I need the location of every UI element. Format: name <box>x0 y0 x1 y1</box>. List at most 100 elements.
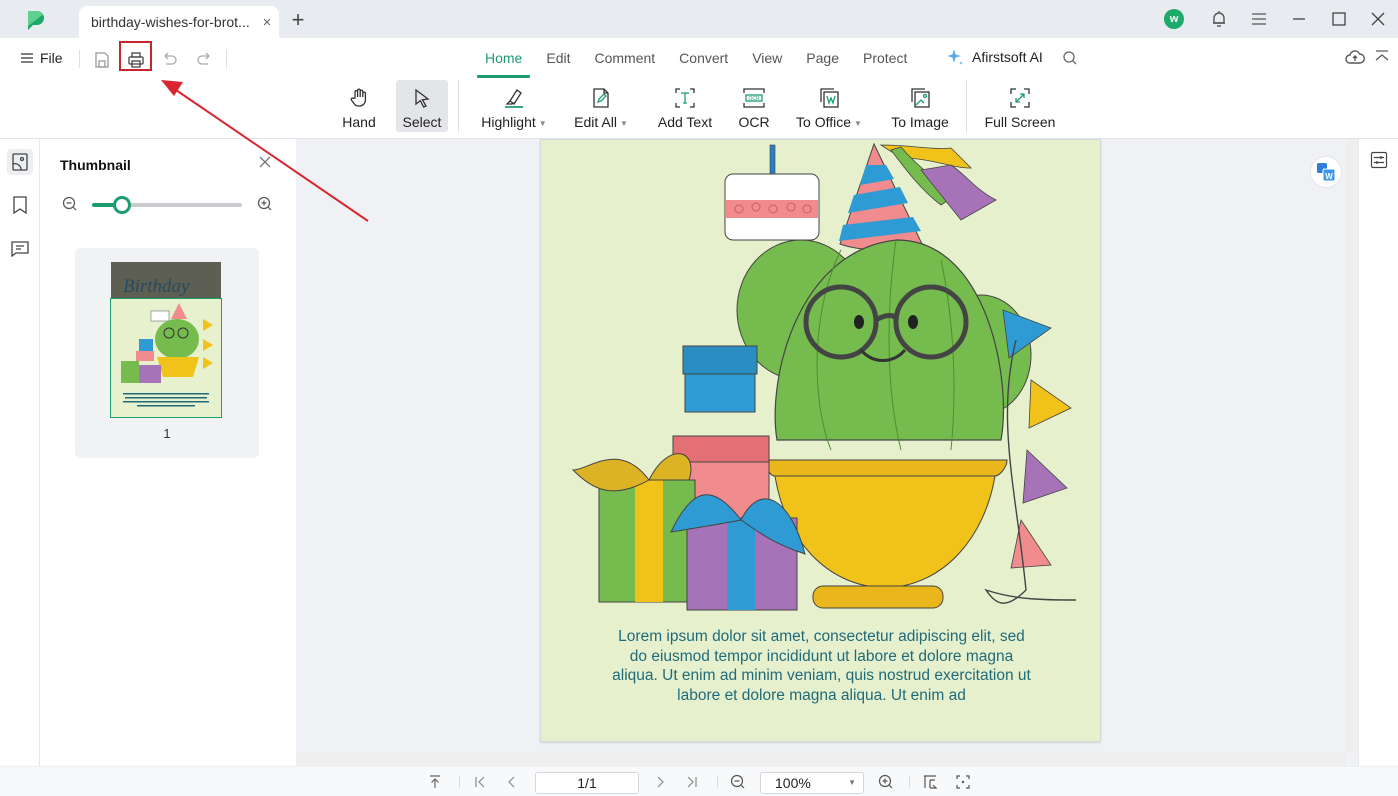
page-number-input[interactable]: 1/1 <box>535 772 639 794</box>
full-screen-icon <box>1010 88 1030 108</box>
divider <box>909 776 910 788</box>
print-button[interactable] <box>125 49 147 71</box>
zoom-out-icon[interactable] <box>62 196 78 212</box>
body-line: Lorem ipsum dolor sit amet, consectetur … <box>618 628 1025 645</box>
full-screen-button[interactable]: Full Screen <box>984 80 1056 132</box>
thumbnail-panel-button[interactable] <box>7 149 33 175</box>
divider <box>966 80 967 132</box>
sparkle-icon <box>947 49 963 65</box>
next-page-button[interactable] <box>651 773 669 791</box>
highlight-button[interactable]: Highlight ▼ <box>476 80 552 132</box>
tab-comment[interactable]: Comment <box>594 48 655 72</box>
cursor-icon <box>415 88 430 108</box>
zoom-in-icon[interactable] <box>257 196 273 212</box>
document-tab[interactable]: birthday-wishes-for-brot... × <box>79 6 279 38</box>
edit-all-label: Edit All ▼ <box>574 114 628 130</box>
dropdown-caret-icon: ▼ <box>538 118 547 128</box>
birthday-cactus-illustration <box>571 142 1077 611</box>
hand-label: Hand <box>342 114 376 130</box>
zoom-in-button[interactable] <box>877 773 895 791</box>
pdf-page[interactable]: Lorem ipsum dolor sit amet, consectetur … <box>540 139 1101 742</box>
document-viewer[interactable]: Lorem ipsum dolor sit amet, consectetur … <box>296 139 1358 766</box>
add-text-icon <box>675 88 695 108</box>
tab-title: birthday-wishes-for-brot... <box>91 14 250 30</box>
hand-tool-button[interactable]: Hand <box>338 80 380 132</box>
horizontal-scrollbar[interactable] <box>296 753 1346 766</box>
collapse-ribbon-icon[interactable] <box>1374 49 1390 65</box>
svg-text:W: W <box>1325 172 1333 181</box>
file-menu-button[interactable]: File <box>20 50 63 66</box>
thumbnail-zoom-slider[interactable] <box>92 196 242 214</box>
file-label: File <box>40 50 63 66</box>
add-text-label: Add Text <box>657 114 713 130</box>
edit-document-icon <box>593 88 609 108</box>
bookmark-panel-button[interactable] <box>7 192 33 218</box>
menu-tabs: Home Edit Comment Convert View Page Prot… <box>476 48 931 78</box>
zoom-level-select[interactable]: 100% ▼ <box>760 772 864 794</box>
close-window-icon[interactable] <box>1368 9 1388 29</box>
hamburger-icon <box>21 53 33 63</box>
minimize-icon[interactable] <box>1289 9 1309 29</box>
translate-button[interactable]: W <box>1310 156 1342 188</box>
svg-text:Birthday: Birthday <box>123 276 190 297</box>
page-thumbnail-image: Birthday <box>110 262 222 418</box>
tab-page[interactable]: Page <box>806 48 839 72</box>
ocr-button[interactable]: OCR OCR <box>736 80 772 132</box>
last-page-button[interactable] <box>683 773 701 791</box>
maximize-icon[interactable] <box>1329 9 1349 29</box>
dropdown-caret-icon: ▼ <box>854 118 862 128</box>
full-screen-view-button[interactable] <box>954 773 972 791</box>
new-tab-button[interactable]: + <box>286 9 310 33</box>
slider-handle[interactable] <box>113 196 131 214</box>
page-thumbnail[interactable]: Birthday 1 <box>75 248 259 458</box>
body-line: do eiusmod tempor incididunt ut labore e… <box>629 647 1014 665</box>
bell-icon[interactable] <box>1209 9 1229 29</box>
tab-convert[interactable]: Convert <box>679 48 728 72</box>
thumbnail-panel-title: Thumbnail <box>60 157 131 173</box>
tab-close-icon[interactable]: × <box>255 14 279 31</box>
divider <box>459 776 460 788</box>
left-sidebar-rail <box>0 139 40 766</box>
comment-panel-button[interactable] <box>7 236 33 262</box>
ai-assistant-button[interactable]: Afirstsoft AI <box>946 48 1043 66</box>
previous-page-button[interactable] <box>503 773 521 791</box>
to-image-button[interactable]: To Image <box>888 80 952 132</box>
add-text-button[interactable]: Add Text <box>654 80 716 132</box>
undo-button[interactable] <box>159 49 181 71</box>
fit-width-button[interactable] <box>921 773 939 791</box>
zoom-out-button[interactable] <box>729 773 747 791</box>
dropdown-caret-icon: ▼ <box>619 118 628 128</box>
zoom-level-value: 100% <box>775 775 811 791</box>
divider <box>226 50 227 68</box>
highlighter-icon <box>505 89 523 108</box>
to-office-button[interactable]: To Office ▼ <box>792 80 866 132</box>
tab-home[interactable]: Home <box>476 48 531 78</box>
menu-icon[interactable] <box>1249 9 1269 29</box>
first-page-button[interactable] <box>471 773 489 791</box>
to-office-icon <box>820 88 839 108</box>
edit-all-button[interactable]: Edit All ▼ <box>570 80 632 132</box>
select-label: Select <box>402 114 442 130</box>
cloud-upload-icon[interactable] <box>1345 49 1365 67</box>
select-tool-button[interactable]: Select <box>396 80 448 132</box>
close-panel-icon[interactable] <box>258 155 272 169</box>
tab-edit[interactable]: Edit <box>546 48 570 72</box>
translate-icon: W <box>1317 163 1336 182</box>
vertical-scrollbar[interactable] <box>1346 139 1358 753</box>
ocr-label: OCR <box>738 114 770 130</box>
body-line: aliqua. Ut enim ad minim veniam, quis no… <box>612 667 1031 684</box>
tab-view[interactable]: View <box>752 48 782 72</box>
scroll-to-top-button[interactable] <box>426 773 444 791</box>
undo-icon <box>164 52 177 65</box>
avatar[interactable]: w <box>1164 9 1184 29</box>
redo-button[interactable] <box>193 49 215 71</box>
tab-protect[interactable]: Protect <box>863 48 907 72</box>
document-body-text[interactable]: Lorem ipsum dolor sit amet, consectetur … <box>561 627 1082 705</box>
hand-icon <box>350 88 367 107</box>
save-button[interactable] <box>91 49 113 71</box>
thumbnail-viewport-frame <box>110 298 222 418</box>
first-page-icon <box>475 776 485 788</box>
search-icon[interactable] <box>1062 50 1078 66</box>
bookmark-icon <box>13 196 27 215</box>
properties-panel-icon[interactable] <box>1370 151 1388 169</box>
